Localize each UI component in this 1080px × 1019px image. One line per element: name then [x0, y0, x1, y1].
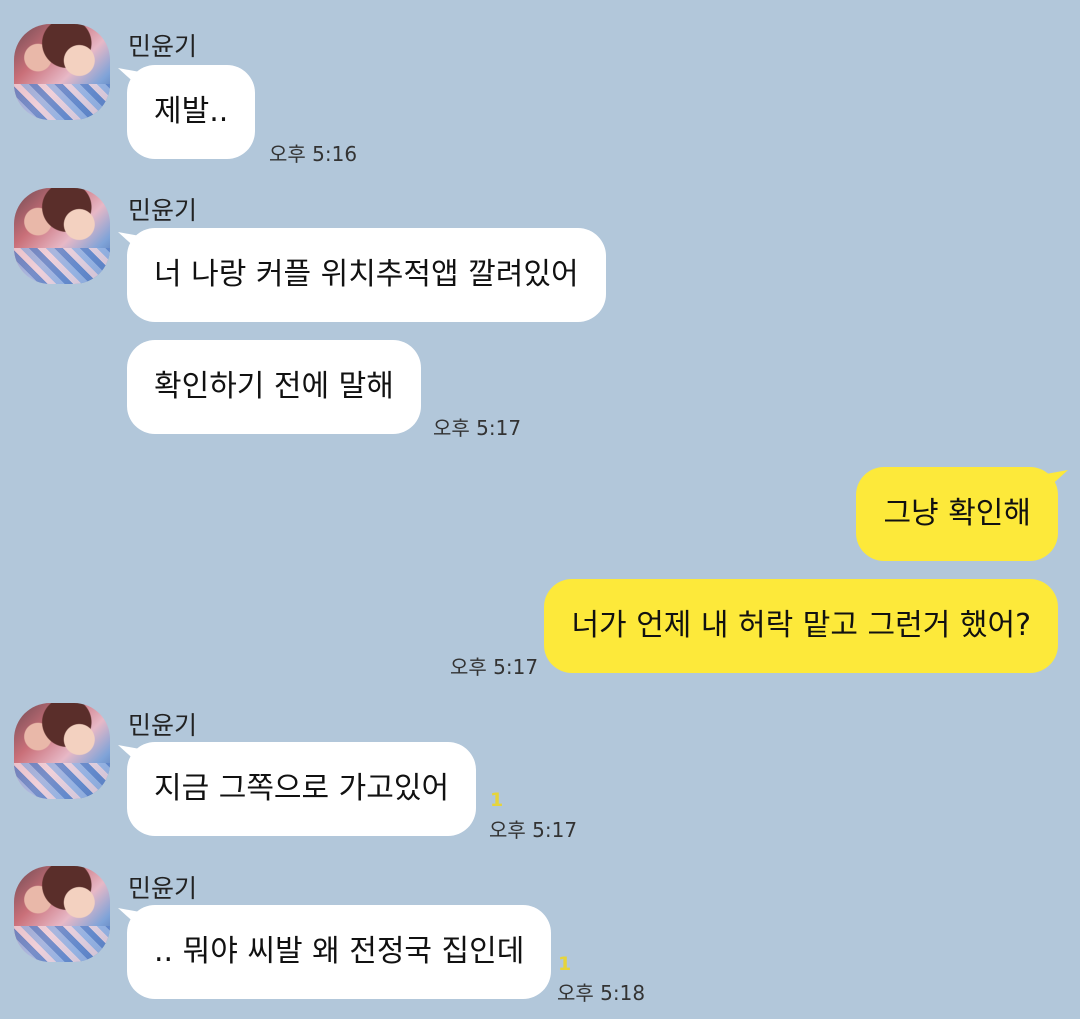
unread-count: 1: [558, 953, 572, 975]
avatar[interactable]: [14, 866, 110, 962]
message-time: 오후 5:17: [489, 818, 578, 842]
message-bubble[interactable]: .. 뭐야 씨발 왜 전정국 집인데: [127, 905, 552, 999]
sender-name: 민윤기: [128, 874, 198, 903]
message-bubble[interactable]: 너가 언제 내 허락 맡고 그런거 했어?: [544, 579, 1058, 673]
avatar[interactable]: [14, 703, 110, 799]
unread-count: 1: [490, 789, 504, 811]
sender-name: 민윤기: [128, 32, 198, 61]
message-time: 오후 5:16: [269, 142, 358, 166]
message-bubble[interactable]: 그냥 확인해: [856, 467, 1058, 561]
message-bubble[interactable]: 너 나랑 커플 위치추적앱 깔려있어: [127, 228, 606, 322]
avatar[interactable]: [14, 188, 110, 284]
message-bubble[interactable]: 확인하기 전에 말해: [127, 340, 421, 434]
avatar[interactable]: [14, 24, 110, 120]
message-bubble[interactable]: 지금 그쪽으로 가고있어: [127, 742, 477, 836]
message-time: 오후 5:17: [450, 655, 539, 679]
sender-name: 민윤기: [128, 711, 198, 740]
message-time: 오후 5:17: [433, 416, 522, 440]
message-time: 오후 5:18: [557, 981, 646, 1005]
message-bubble[interactable]: 제발..: [127, 65, 256, 159]
sender-name: 민윤기: [128, 196, 198, 225]
